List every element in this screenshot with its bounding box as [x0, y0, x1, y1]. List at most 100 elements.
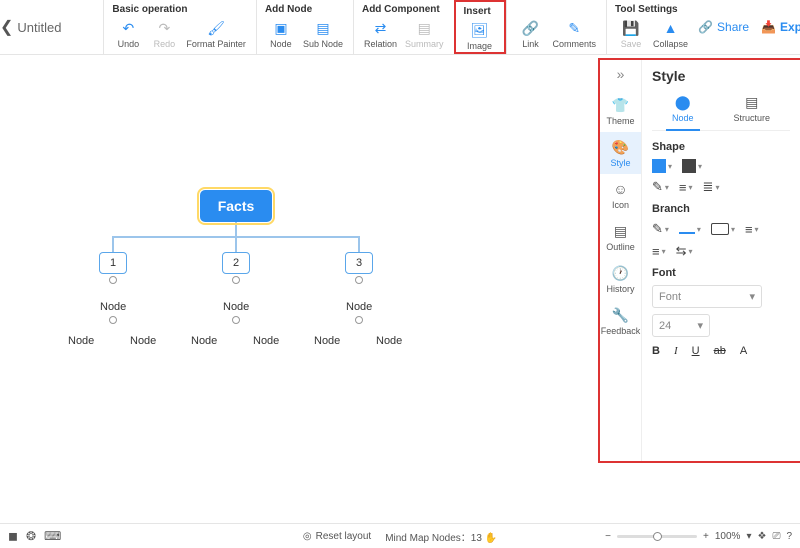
- mm-leaf[interactable]: Node: [130, 335, 156, 347]
- fit-icon[interactable]: ❖: [757, 531, 766, 542]
- undo-button[interactable]: ↶Undo: [110, 17, 146, 51]
- shape-align2-select[interactable]: ≣▾: [703, 179, 720, 195]
- group-add-node-title: Add Node: [263, 4, 347, 17]
- branch-line-select[interactable]: ▾: [679, 225, 701, 234]
- export-icon: 📥: [761, 20, 776, 34]
- zoom-slider[interactable]: [617, 535, 697, 538]
- zoom-out-button[interactable]: −: [605, 531, 611, 542]
- italic-button[interactable]: I: [674, 345, 678, 357]
- branch-align-select[interactable]: ≡▾: [745, 222, 759, 237]
- document-title[interactable]: Untitled: [13, 0, 103, 54]
- panel-tab-icon[interactable]: ☺Icon: [600, 174, 641, 216]
- shape-line-select[interactable]: ✎▾: [652, 179, 669, 195]
- status-bar: ◼ ❂ ⌨ ◎Reset layout Mind Map Nodes：13 ✋ …: [0, 523, 800, 548]
- target-icon: ◎: [303, 531, 312, 542]
- mm-toggle[interactable]: [232, 316, 240, 324]
- panel-tab-theme[interactable]: 👕Theme: [600, 90, 641, 132]
- save-button[interactable]: 💾Save: [613, 17, 649, 51]
- mm-leaf[interactable]: Node: [376, 335, 402, 347]
- subnode-icon: ▤: [314, 19, 332, 37]
- zoom-in-button[interactable]: +: [703, 531, 709, 542]
- mm-leaf[interactable]: Node: [314, 335, 340, 347]
- underline-button[interactable]: U: [692, 345, 700, 357]
- shape-fill2-select[interactable]: ▾: [682, 159, 702, 173]
- subtab-node[interactable]: ⬤Node: [666, 92, 700, 131]
- mm-child-2[interactable]: 2: [222, 252, 250, 274]
- format-painter-button[interactable]: 🖌Format Painter: [182, 17, 250, 51]
- align-icon: ≡: [679, 180, 687, 195]
- branch-shape-select[interactable]: ▾: [711, 223, 735, 235]
- panel-tab-feedback[interactable]: 🔧Feedback: [600, 300, 641, 342]
- mm-leaf[interactable]: Node: [253, 335, 279, 347]
- back-button[interactable]: ❮: [0, 0, 13, 54]
- section-shape: Shape: [652, 141, 790, 153]
- mm-toggle[interactable]: [109, 316, 117, 324]
- comment-icon: ✎: [565, 19, 583, 37]
- strike-button[interactable]: ab: [714, 345, 726, 357]
- mm-child-3[interactable]: 3: [345, 252, 373, 274]
- view-icon-1[interactable]: ◼: [8, 529, 18, 543]
- branch-opt2[interactable]: ⇆▾: [676, 243, 693, 259]
- mm-toggle[interactable]: [109, 276, 117, 284]
- insert-image-button[interactable]: 🖼Image: [462, 19, 498, 53]
- font-color-button[interactable]: A: [740, 345, 747, 357]
- mm-toggle[interactable]: [232, 276, 240, 284]
- mm-node[interactable]: Node: [100, 301, 126, 313]
- mm-node[interactable]: Node: [346, 301, 372, 313]
- zoom-menu[interactable]: ▾: [746, 531, 751, 542]
- panel-collapse-button[interactable]: »: [617, 66, 625, 90]
- summary-button[interactable]: ▤Summary: [401, 17, 448, 51]
- align-icon: ≡: [745, 222, 753, 237]
- zoom-thumb[interactable]: [653, 532, 662, 541]
- bold-button[interactable]: B: [652, 345, 660, 357]
- insert-comments-button[interactable]: ✎Comments: [549, 17, 601, 51]
- share-button[interactable]: 🔗Share: [698, 20, 749, 34]
- panel-tab-history[interactable]: 🕐History: [600, 258, 641, 300]
- mm-toggle[interactable]: [355, 276, 363, 284]
- insert-link-button[interactable]: 🔗Link: [513, 17, 549, 51]
- link-icon: 🔗: [522, 19, 540, 37]
- view-icon-3[interactable]: ⌨: [44, 529, 61, 543]
- arrow-icon: ⇆: [676, 243, 687, 259]
- font-family-select[interactable]: Font▾: [652, 285, 762, 308]
- export-button[interactable]: 📥Export: [761, 20, 800, 34]
- save-icon: 💾: [622, 19, 640, 37]
- shape-fill-select[interactable]: ▾: [652, 159, 672, 173]
- font-size-select[interactable]: 24▾: [652, 314, 710, 337]
- group-add-component-title: Add Component: [360, 4, 448, 17]
- mm-root-node[interactable]: Facts: [200, 190, 272, 222]
- node-tab-icon: ⬤: [675, 94, 691, 111]
- collapse-button[interactable]: ▲Collapse: [649, 17, 692, 51]
- mm-leaf[interactable]: Node: [191, 335, 217, 347]
- undo-icon: ↶: [119, 19, 137, 37]
- add-node-button[interactable]: ▣Node: [263, 17, 299, 51]
- group-add-node: Add Node ▣Node ▤Sub Node: [256, 0, 353, 54]
- mm-leaf[interactable]: Node: [68, 335, 94, 347]
- wrench-icon: 🔧: [612, 306, 630, 324]
- align-icon: ≣: [703, 179, 714, 195]
- rect-icon: [711, 223, 729, 235]
- collapse-icon: ▲: [662, 19, 680, 37]
- reset-layout-button[interactable]: ◎Reset layout: [303, 531, 371, 542]
- hand-icon[interactable]: ✋: [485, 533, 497, 544]
- align-icon: ≡: [652, 244, 660, 259]
- mm-child-1[interactable]: 1: [99, 252, 127, 274]
- help-icon[interactable]: ?: [786, 531, 792, 542]
- add-subnode-button[interactable]: ▤Sub Node: [299, 17, 347, 51]
- panel-tab-style[interactable]: 🎨Style: [600, 132, 641, 174]
- branch-opt1[interactable]: ≡▾: [652, 244, 666, 259]
- history-icon: 🕐: [612, 264, 630, 282]
- branch-color-select[interactable]: ✎▾: [652, 221, 669, 237]
- mm-line: [358, 236, 360, 252]
- view-icon-2[interactable]: ❂: [26, 529, 36, 543]
- mm-line: [235, 236, 237, 252]
- redo-button[interactable]: ↷Redo: [146, 17, 182, 51]
- image-icon: 🖼: [471, 21, 489, 39]
- mm-node[interactable]: Node: [223, 301, 249, 313]
- panel-tab-outline[interactable]: ▤Outline: [600, 216, 641, 258]
- relation-button[interactable]: ⇄Relation: [360, 17, 401, 51]
- subtab-structure[interactable]: ▤Structure: [727, 92, 776, 130]
- shape-align-select[interactable]: ≡▾: [679, 180, 693, 195]
- mm-toggle[interactable]: [355, 316, 363, 324]
- fullscreen-icon[interactable]: ⎚: [772, 531, 780, 542]
